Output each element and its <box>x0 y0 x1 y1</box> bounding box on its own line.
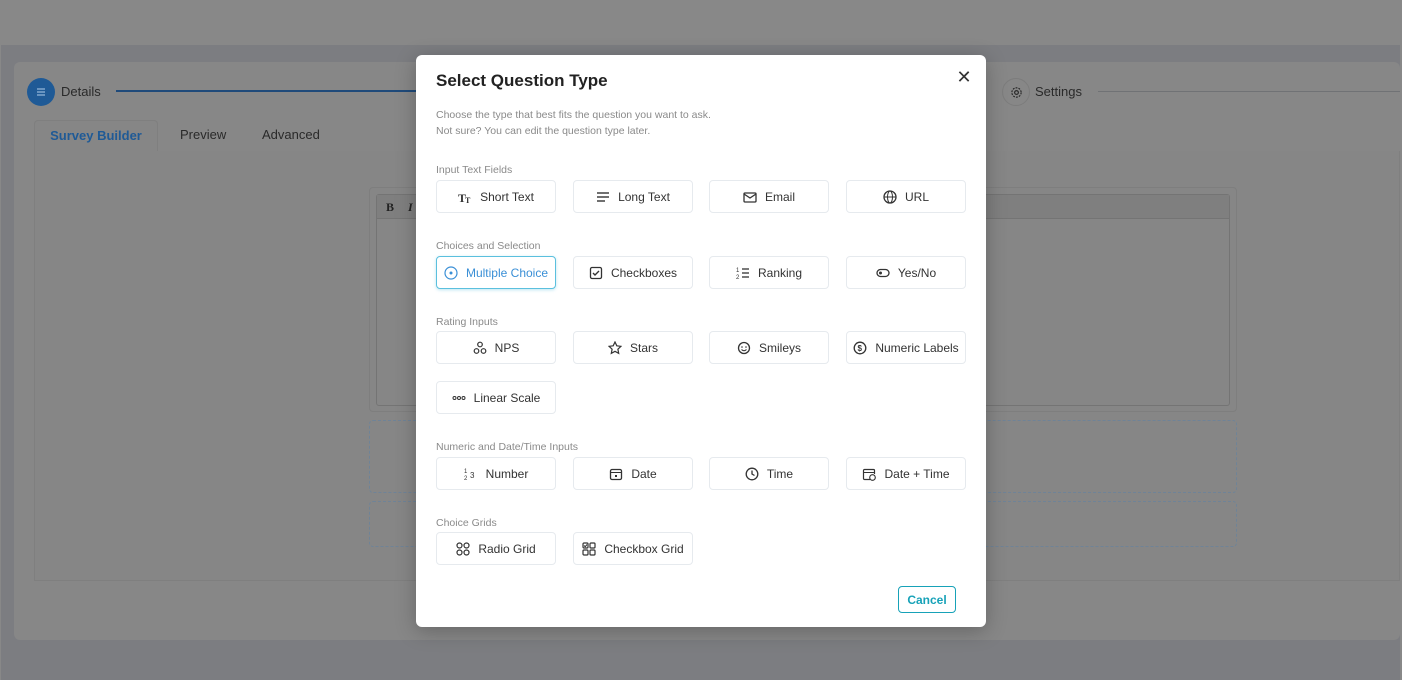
star-icon <box>607 340 622 355</box>
dollar-circle-icon: $ <box>853 341 867 354</box>
question-type-label: Checkbox Grid <box>604 541 684 556</box>
nps-icon <box>473 341 487 354</box>
question-type-number[interactable]: 1 2 3 Number <box>436 457 556 490</box>
svg-text:1: 1 <box>736 268 740 274</box>
globe-icon <box>883 189 897 204</box>
svg-text:2: 2 <box>736 275 740 280</box>
calendar-icon <box>610 468 623 480</box>
smiley-icon <box>737 341 751 354</box>
question-type-ranking[interactable]: 1 2 Ranking <box>709 256 829 289</box>
question-type-label: Multiple Choice <box>465 265 549 280</box>
svg-text:1: 1 <box>464 469 468 475</box>
question-type-label: Date <box>631 466 657 481</box>
question-type-label: URL <box>904 189 929 204</box>
question-type-stars[interactable]: Stars <box>573 331 693 364</box>
question-type-radio-grid[interactable]: Radio Grid <box>436 532 556 565</box>
radio-grid-icon <box>456 541 470 556</box>
bold-button[interactable]: B <box>386 200 394 214</box>
section-title: Choices and Selection <box>436 240 541 252</box>
radio-icon <box>444 265 458 280</box>
calendar-clock-icon <box>863 468 877 481</box>
question-type-smileys[interactable]: Smileys <box>709 331 829 364</box>
step-details-label[interactable]: Details <box>61 84 101 99</box>
italic-button[interactable]: I <box>408 200 413 214</box>
question-type-label: Number <box>485 466 529 481</box>
step-progress-line <box>116 90 416 92</box>
question-type-email[interactable]: Email <box>709 180 829 213</box>
envelope-icon <box>743 191 757 203</box>
step-details-icon[interactable] <box>27 78 55 106</box>
question-type-numeric-labels[interactable]: $ Numeric Labels <box>846 331 966 364</box>
tab-survey-builder[interactable]: Survey Builder <box>34 120 158 153</box>
description-line: Not sure? You can edit the question type… <box>436 125 651 137</box>
step-line <box>1098 91 1400 92</box>
question-type-label: Time <box>766 466 794 481</box>
question-type-label: NPS <box>494 340 520 355</box>
ordered-list-icon: 12 <box>736 268 749 280</box>
cancel-button[interactable]: Cancel <box>898 586 956 613</box>
dots-icon <box>452 395 466 400</box>
question-type-nps[interactable]: NPS <box>436 331 556 364</box>
question-type-label: Long Text <box>618 189 670 204</box>
question-type-label: Ranking <box>757 265 803 280</box>
tab-advanced[interactable]: Advanced <box>262 120 320 152</box>
question-type-date-time[interactable]: Date + Time <box>846 457 966 490</box>
question-type-label: Yes/No <box>897 265 937 280</box>
question-type-date[interactable]: Date <box>573 457 693 490</box>
modal-description: Choose the type that best fits the quest… <box>436 107 711 139</box>
select-question-type-modal: Select Question Type ✕ Choose the type t… <box>416 55 986 627</box>
gear-icon <box>1010 86 1022 98</box>
question-type-label: Short Text <box>480 189 534 204</box>
section-title: Numeric and Date/Time Inputs <box>436 441 579 453</box>
question-type-yes-no[interactable]: Yes/No <box>846 256 966 289</box>
question-type-label: Linear Scale <box>473 390 541 405</box>
step-settings-icon[interactable] <box>1002 78 1030 106</box>
question-type-long-text[interactable]: Long Text <box>573 180 693 213</box>
svg-text:2: 2 <box>464 476 468 481</box>
modal-title: Select Question Type <box>436 71 608 90</box>
text-size-icon: TT <box>458 191 471 204</box>
close-icon[interactable]: ✕ <box>954 67 974 87</box>
question-type-label: Email <box>764 189 795 204</box>
question-type-label: Checkboxes <box>610 265 678 280</box>
list-icon <box>37 88 45 96</box>
section-title: Rating Inputs <box>436 316 498 328</box>
question-type-linear-scale[interactable]: Linear Scale <box>436 381 556 414</box>
section-title: Input Text Fields <box>436 164 513 176</box>
tab-preview[interactable]: Preview <box>180 120 226 152</box>
step-settings-label[interactable]: Settings <box>1035 84 1082 99</box>
svg-text:$: $ <box>858 344 863 353</box>
question-type-checkbox-grid[interactable]: Checkbox Grid <box>573 532 693 565</box>
question-type-label: Stars <box>629 340 658 355</box>
checkbox-icon <box>589 266 603 279</box>
clock-icon <box>745 467 759 480</box>
section-title: Choice Grids <box>436 517 497 529</box>
question-type-label: Radio Grid <box>478 541 536 556</box>
question-type-time[interactable]: Time <box>709 457 829 490</box>
question-type-label: Date + Time <box>884 466 950 481</box>
question-type-multiple-choice[interactable]: Multiple Choice <box>436 256 556 289</box>
question-type-short-text[interactable]: T T Short Text <box>436 180 556 213</box>
question-type-label: Numeric Labels <box>875 340 959 355</box>
description-line: Choose the type that best fits the quest… <box>436 109 711 121</box>
checkbox-grid-icon <box>582 541 596 556</box>
question-type-label: Smileys <box>758 340 801 355</box>
svg-text:T: T <box>465 196 471 204</box>
paragraph-lines-icon <box>597 191 610 202</box>
number-icon: 12 3 <box>464 469 475 481</box>
svg-text:3: 3 <box>470 471 475 480</box>
toggle-icon <box>876 268 890 277</box>
question-type-url[interactable]: URL <box>846 180 966 213</box>
question-type-checkboxes[interactable]: Checkboxes <box>573 256 693 289</box>
